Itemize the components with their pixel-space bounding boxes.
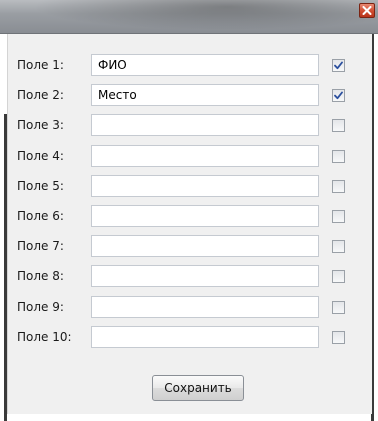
field-row: Поле 1: — [8, 54, 372, 76]
field-label: Поле 2: — [17, 88, 64, 102]
save-button[interactable]: Сохранить — [152, 375, 244, 401]
field-label: Поле 1: — [17, 58, 64, 72]
field-row: Поле 10: — [8, 326, 372, 348]
close-button[interactable] — [359, 3, 375, 18]
field-label: Поле 8: — [17, 269, 64, 283]
window-frame-right — [371, 34, 378, 421]
field-checkbox[interactable] — [332, 180, 345, 193]
field-checkbox[interactable] — [332, 301, 345, 314]
field-checkbox[interactable] — [332, 89, 345, 102]
field-label: Поле 6: — [17, 209, 64, 223]
field-checkbox[interactable] — [332, 59, 345, 72]
field-input[interactable] — [91, 326, 319, 348]
field-checkbox[interactable] — [332, 119, 345, 132]
field-input[interactable] — [91, 205, 319, 227]
field-row: Поле 8: — [8, 265, 372, 287]
field-row: Поле 4: — [8, 145, 372, 167]
field-checkbox[interactable] — [332, 240, 345, 253]
checkmark-icon — [334, 61, 343, 70]
field-row: Поле 9: — [8, 296, 372, 318]
title-bar[interactable] — [0, 0, 378, 34]
field-input[interactable] — [91, 145, 319, 167]
field-checkbox[interactable] — [332, 270, 345, 283]
field-label: Поле 10: — [17, 330, 72, 344]
field-row: Поле 7: — [8, 235, 372, 257]
field-input[interactable] — [91, 54, 319, 76]
field-label: Поле 9: — [17, 300, 64, 314]
field-input[interactable] — [91, 235, 319, 257]
window-frame-bottom — [7, 414, 371, 421]
field-label: Поле 7: — [17, 239, 64, 253]
dialog-body: Поле 1: Поле 2: Поле 3: Поле 4: Поле 5: Поле … — [7, 34, 372, 414]
field-input[interactable] — [91, 296, 319, 318]
field-checkbox[interactable] — [332, 150, 345, 163]
field-checkbox[interactable] — [332, 331, 345, 344]
field-label: Поле 4: — [17, 149, 64, 163]
field-input[interactable] — [91, 114, 319, 136]
title-bar-shading — [0, 0, 378, 34]
field-row: Поле 3: — [8, 114, 372, 136]
checkmark-icon — [334, 91, 343, 100]
field-checkbox[interactable] — [332, 210, 345, 223]
field-row: Поле 2: — [8, 84, 372, 106]
field-label: Поле 3: — [17, 118, 64, 132]
close-icon — [362, 6, 372, 15]
field-label: Поле 5: — [17, 179, 64, 193]
field-input[interactable] — [91, 84, 319, 106]
field-input[interactable] — [91, 175, 319, 197]
field-input[interactable] — [91, 265, 319, 287]
window-frame-left-top — [0, 34, 7, 114]
field-row: Поле 5: — [8, 175, 372, 197]
field-row: Поле 6: — [8, 205, 372, 227]
